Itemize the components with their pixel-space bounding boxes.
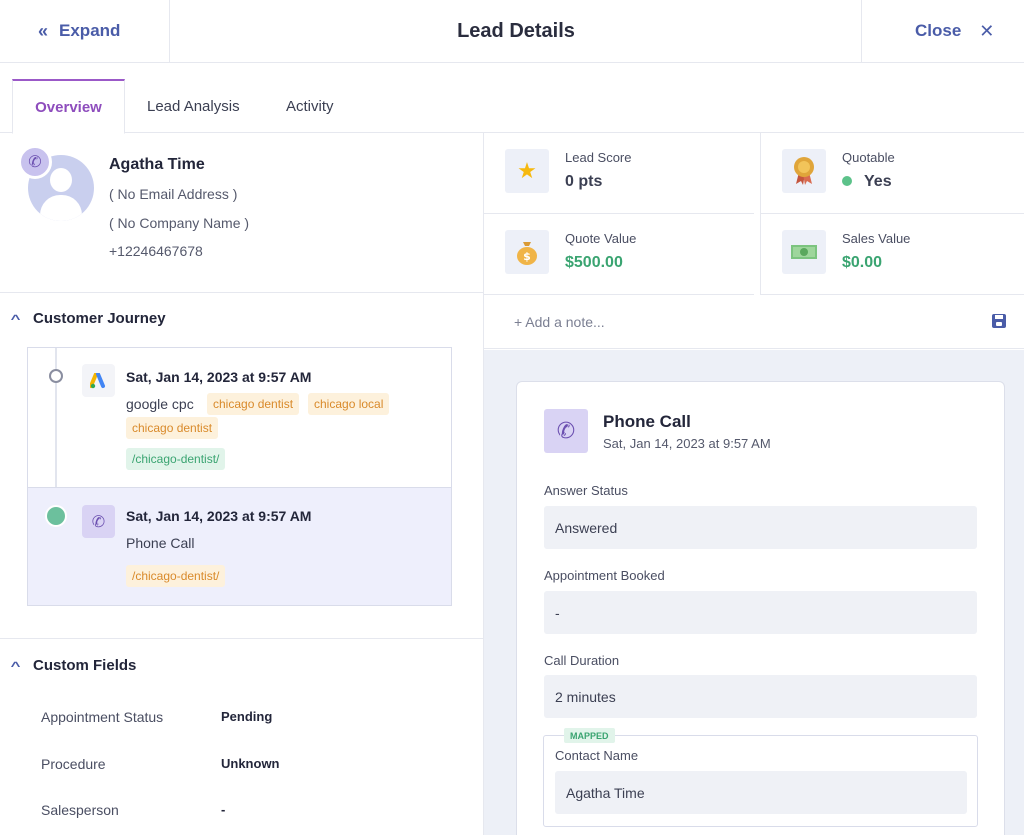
quotable-value: Yes (864, 173, 892, 190)
field-label: Appointment Booked (544, 568, 665, 583)
customer-journey-title: Customer Journey (33, 310, 166, 327)
landing-page-tag: /chicago-dentist/ (126, 448, 226, 470)
stat-value: $0.00 (842, 254, 883, 271)
custom-field-value: Unknown (221, 756, 280, 771)
sales-value-stat: Sales Value $0.00 (760, 214, 1024, 295)
award-icon (782, 149, 826, 193)
keyword-tag: chicago local (308, 393, 390, 415)
chevron-up-icon: ^ (10, 658, 21, 673)
appointment-booked-field[interactable]: - (544, 591, 977, 634)
contact-email: ( No Email Address ) (109, 186, 238, 202)
phone-icon: ✆ (18, 145, 52, 179)
left-panel: ✆ Agatha Time ( No Email Address ) ( No … (0, 133, 483, 835)
add-note-input[interactable] (514, 311, 954, 333)
divider (0, 638, 483, 639)
journey-source: Phone Call (126, 535, 195, 551)
quotable-stat: Quotable Yes (760, 133, 1024, 214)
answer-status-field[interactable]: Answered (544, 506, 977, 549)
cash-icon (782, 230, 826, 274)
custom-field-label: Appointment Status (41, 709, 164, 725)
stat-value: $500.00 (565, 254, 623, 271)
contact-company: ( No Company Name ) (109, 215, 250, 231)
stat-value: Yes (830, 173, 892, 191)
lead-score-stat: ★ Lead Score 0 pts (484, 133, 754, 214)
stat-label: Sales Value (842, 231, 911, 246)
stat-value: 0 pts (565, 173, 603, 190)
custom-fields-toggle[interactable]: ^ Custom Fields (10, 657, 137, 674)
divider (0, 292, 483, 293)
close-label: Close (915, 21, 962, 40)
money-bag-icon: $ (505, 230, 549, 274)
field-label: Contact Name (555, 748, 639, 763)
close-button[interactable]: Close ✕ (861, 0, 1024, 62)
journey-date: Sat, Jan 14, 2023 at 9:57 AM (126, 508, 312, 524)
custom-fields-title: Custom Fields (33, 657, 137, 674)
stat-label: Quotable (842, 150, 895, 165)
tab-bar: Overview Lead Analysis Activity (0, 63, 1024, 134)
phone-call-card: ✆ Phone Call Sat, Jan 14, 2023 at 9:57 A… (516, 381, 1005, 835)
tab-activity[interactable]: Activity (286, 79, 334, 133)
landing-page-tag: /chicago-dentist/ (126, 565, 226, 587)
contact-name: Agatha Time (109, 156, 205, 173)
double-chevron-left-icon: « (38, 20, 48, 41)
call-duration-field[interactable]: 2 minutes (544, 675, 977, 718)
timeline-dot-active (45, 505, 67, 527)
avatar-body (40, 195, 82, 221)
card-timestamp: Sat, Jan 14, 2023 at 9:57 AM (603, 436, 771, 451)
tab-lead-analysis[interactable]: Lead Analysis (147, 79, 240, 133)
close-icon: ✕ (979, 20, 995, 41)
stat-label: Quote Value (565, 231, 637, 246)
customer-journey-list: Sat, Jan 14, 2023 at 9:57 AM google cpc … (27, 347, 452, 606)
chevron-up-icon: ^ (10, 311, 21, 326)
custom-field-label: Salesperson (41, 802, 119, 818)
lead-details-header: « Expand Lead Details Close ✕ (0, 0, 1024, 63)
journey-source: google cpc (126, 396, 194, 412)
card-title: Phone Call (603, 412, 691, 431)
avatar-head (50, 168, 72, 192)
page-title: Lead Details (457, 19, 575, 42)
right-panel: ★ Lead Score 0 pts Quotable Yes $ Quote … (483, 133, 1024, 835)
customer-journey-toggle[interactable]: ^ Customer Journey (10, 310, 166, 327)
contact-phone: +12246467678 (109, 243, 203, 259)
custom-field-value: - (221, 802, 226, 817)
expand-label: Expand (59, 21, 121, 40)
status-dot (842, 176, 852, 186)
phone-icon: ✆ (544, 409, 588, 453)
expand-button[interactable]: « Expand (0, 0, 170, 62)
star-icon: ★ (505, 149, 549, 193)
tab-overview[interactable]: Overview (12, 79, 125, 134)
timeline-dot (49, 369, 63, 383)
keyword-tag: chicago dentist (126, 417, 219, 439)
google-ads-icon (82, 364, 115, 397)
stat-label: Lead Score (565, 150, 632, 165)
mapped-badge: MAPPED (564, 728, 615, 743)
phone-icon: ✆ (82, 505, 115, 538)
field-label: Answer Status (544, 483, 628, 498)
custom-field-value: Pending (221, 709, 273, 724)
svg-text:$: $ (523, 250, 531, 263)
journey-item-phone-call[interactable]: ✆ Sat, Jan 14, 2023 at 9:57 AM Phone Cal… (28, 487, 451, 605)
save-icon[interactable] (992, 314, 1006, 328)
note-bar (484, 295, 1024, 349)
custom-field-label: Procedure (41, 756, 106, 772)
journey-date: Sat, Jan 14, 2023 at 9:57 AM (126, 369, 312, 385)
quote-value-stat: $ Quote Value $500.00 (484, 214, 754, 295)
mapped-field: MAPPED Contact Name Agatha Time (543, 728, 978, 827)
keyword-tag: chicago dentist (207, 393, 300, 415)
field-label: Call Duration (544, 653, 620, 668)
detail-area: ✆ Phone Call Sat, Jan 14, 2023 at 9:57 A… (484, 350, 1024, 835)
contact-name-field[interactable]: Agatha Time (555, 771, 967, 814)
